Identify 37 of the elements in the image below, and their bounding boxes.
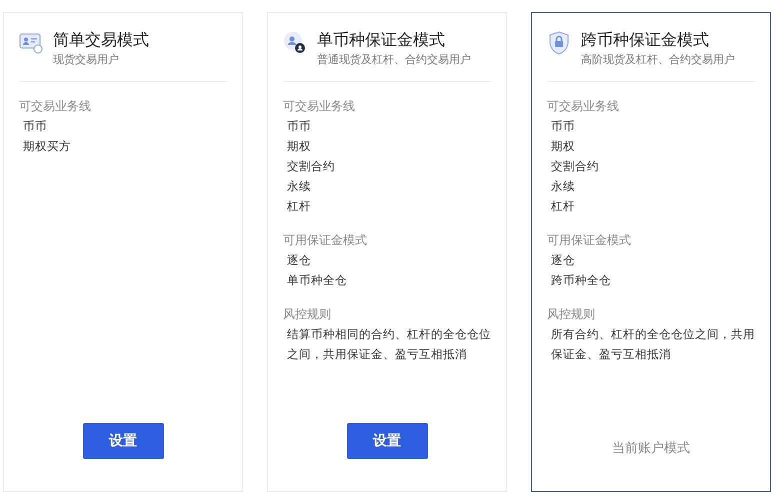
section-item: 期权 bbox=[550, 138, 576, 155]
section-item: 杠杆 bbox=[550, 198, 576, 215]
mode-title: 跨币种保证金模式 bbox=[581, 29, 710, 51]
mode-subtitle: 现货交易用户 bbox=[53, 52, 120, 67]
section-label: 可交易业务线 bbox=[19, 98, 92, 115]
section-item: 币币 bbox=[550, 118, 576, 135]
section-label: 可用保证金模式 bbox=[283, 232, 368, 249]
section-label: 风控规则 bbox=[283, 306, 332, 323]
mode-subtitle: 高阶现货及杠杆、合约交易用户 bbox=[581, 52, 735, 67]
section-item: 单币种全仓 bbox=[286, 272, 348, 289]
section-label: 风控规则 bbox=[547, 306, 596, 323]
mode-title: 简单交易模式 bbox=[53, 29, 149, 51]
section-item: 杠杆 bbox=[286, 198, 312, 215]
section-item: 结算币种相同的合约、杠杆的全仓仓位之间，共用保证金、盈亏互相抵消 bbox=[286, 326, 491, 363]
section-item: 交割合约 bbox=[550, 158, 600, 175]
mode-subtitle: 普通现货及杠杆、合约交易用户 bbox=[317, 52, 471, 67]
section-item: 永续 bbox=[550, 178, 576, 195]
section-item: 交割合约 bbox=[286, 158, 336, 175]
section-item: 期权买方 bbox=[22, 138, 72, 155]
section-item: 币币 bbox=[286, 118, 312, 135]
section-item: 跨币种全仓 bbox=[550, 272, 612, 289]
shield-lock-icon bbox=[547, 31, 571, 55]
settings-button[interactable]: 设置 bbox=[82, 423, 164, 459]
section-item: 所有合约、杠杆的全仓仓位之间，共用保证金、盈亏互相抵消 bbox=[550, 326, 755, 363]
section-item: 币币 bbox=[22, 118, 48, 135]
section-label: 可交易业务线 bbox=[283, 98, 356, 115]
id-card-icon bbox=[19, 31, 43, 55]
mode-title: 单币种保证金模式 bbox=[317, 29, 446, 51]
section-item: 逐仓 bbox=[286, 252, 312, 269]
section-label: 可交易业务线 bbox=[547, 98, 620, 115]
section-item: 逐仓 bbox=[550, 252, 576, 269]
user-icon bbox=[283, 31, 307, 55]
current-mode-label: 当前账户模式 bbox=[612, 440, 690, 458]
section-item: 期权 bbox=[286, 138, 312, 155]
settings-button[interactable]: 设置 bbox=[346, 423, 428, 459]
section-item: 永续 bbox=[286, 178, 312, 195]
section-label: 可用保证金模式 bbox=[547, 232, 632, 249]
